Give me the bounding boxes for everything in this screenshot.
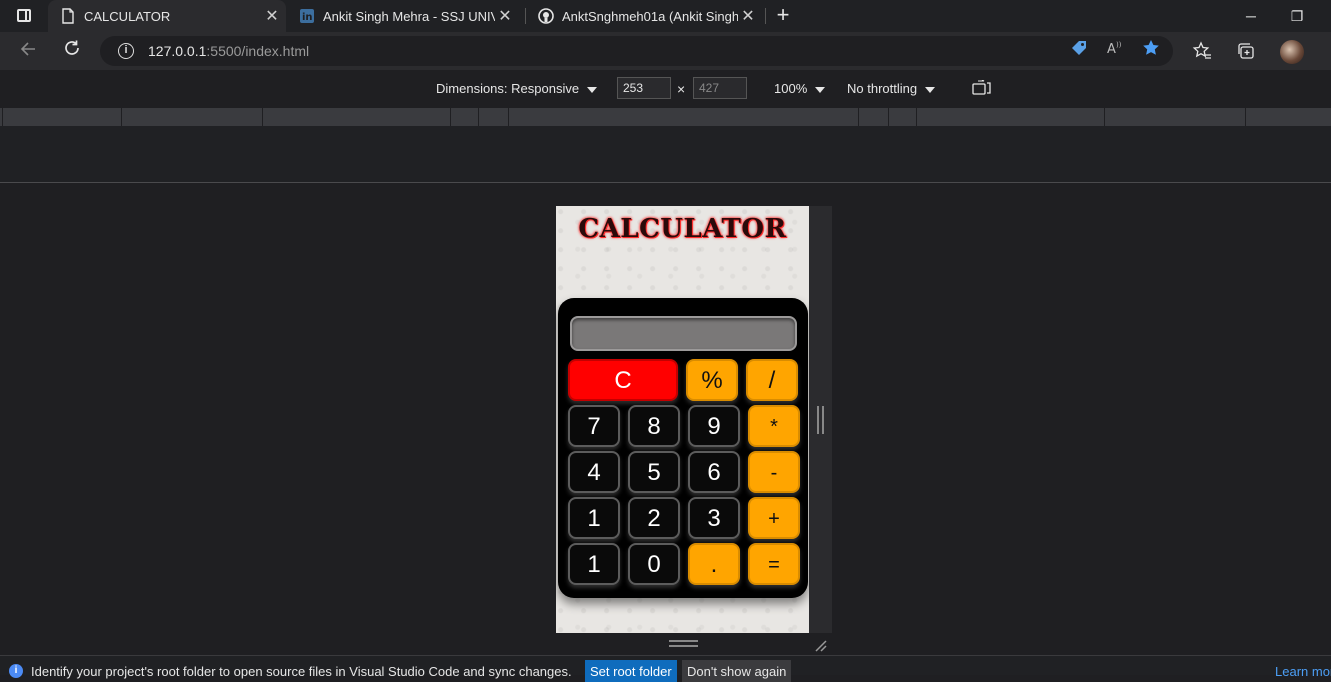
read-aloud-icon[interactable]: A)): [1106, 39, 1124, 57]
tab-linkedin[interactable]: in Ankit Singh Mehra - SSJ UNIVERSITY ✕: [287, 0, 524, 32]
device-toolbar: Dimensions: Responsive 253 × 427 100% No…: [0, 70, 1331, 106]
close-tab-icon[interactable]: ✕: [738, 6, 758, 26]
info-icon: i: [9, 664, 23, 678]
minus-button[interactable]: -: [748, 451, 800, 493]
favorites-icon[interactable]: [1192, 41, 1212, 61]
tab-actions-button[interactable]: [8, 6, 40, 28]
site-info-icon[interactable]: i: [118, 43, 134, 59]
digit-6-button[interactable]: 6: [688, 451, 740, 493]
svg-text:)): )): [1116, 41, 1122, 49]
github-icon: [538, 8, 554, 24]
vscode-infobar: i Identify your project's root folder to…: [0, 655, 1331, 682]
refresh-icon: [65, 40, 79, 55]
digit-4-button[interactable]: 4: [568, 451, 620, 493]
equals-button[interactable]: =: [748, 543, 800, 585]
navigation-bar: i 127.0.0.1:5500/index.html A)): [0, 32, 1331, 70]
address-bar[interactable]: i 127.0.0.1:5500/index.html: [100, 36, 1173, 66]
tab-title: AnktSnghmeh01a (Ankit Singh Mehra): [562, 8, 738, 24]
url-text: 127.0.0.1:5500/index.html: [148, 43, 310, 59]
digit-1-bottom-button[interactable]: 1: [568, 543, 620, 585]
dimensions-dropdown[interactable]: Dimensions: Responsive: [436, 81, 598, 96]
digit-2-button[interactable]: 2: [628, 497, 680, 539]
page-icon: [60, 8, 76, 24]
emulated-viewport: CALCULATOR C % / 7 8 9 * 4 5 6 - 1 2 3 +…: [556, 206, 809, 633]
refresh-button[interactable]: [58, 39, 86, 63]
digit-7-button[interactable]: 7: [568, 405, 620, 447]
tab-actions-icon: [17, 9, 31, 22]
percent-button[interactable]: %: [686, 359, 738, 401]
dropdown-arrow-icon: [587, 86, 598, 93]
divide-button[interactable]: /: [746, 359, 798, 401]
favorite-star-icon[interactable]: [1142, 39, 1160, 57]
linkedin-icon: in: [299, 8, 315, 24]
digit-8-button[interactable]: 8: [628, 405, 680, 447]
resize-corner-icon[interactable]: [813, 638, 827, 652]
height-input[interactable]: 427: [693, 77, 747, 99]
svg-text:in: in: [302, 12, 313, 23]
collections-icon[interactable]: [1236, 41, 1256, 61]
dropdown-arrow-icon: [925, 86, 936, 93]
shopping-tag-icon[interactable]: [1070, 39, 1088, 57]
plus-button[interactable]: +: [748, 497, 800, 539]
close-tab-icon[interactable]: ✕: [262, 6, 282, 26]
throttling-dropdown[interactable]: No throttling: [847, 81, 936, 96]
digit-9-button[interactable]: 9: [688, 405, 740, 447]
learn-more-link[interactable]: Learn more: [1275, 664, 1331, 679]
calculator-display[interactable]: [570, 316, 797, 351]
new-tab-button[interactable]: +: [772, 4, 794, 26]
close-tab-icon[interactable]: ✕: [495, 6, 515, 26]
width-input[interactable]: 253: [617, 77, 671, 99]
tab-title: CALCULATOR: [84, 8, 171, 24]
resize-height-handle[interactable]: [669, 640, 698, 647]
multiply-button[interactable]: *: [748, 405, 800, 447]
back-arrow-icon: [20, 42, 35, 56]
svg-text:A: A: [1107, 42, 1116, 57]
page-title: CALCULATOR: [578, 214, 787, 244]
digit-3-button[interactable]: 3: [688, 497, 740, 539]
ruler-area: [0, 126, 1331, 183]
dont-show-again-button[interactable]: Don't show again: [682, 660, 792, 682]
media-query-bar[interactable]: [0, 108, 1331, 126]
profile-avatar[interactable]: [1280, 40, 1304, 64]
digit-1-button[interactable]: 1: [568, 497, 620, 539]
dropdown-arrow-icon: [815, 86, 826, 93]
back-button[interactable]: [14, 39, 42, 63]
calculator-body: C % / 7 8 9 * 4 5 6 - 1 2 3 + 1 0 . =: [558, 298, 808, 598]
resize-width-handle[interactable]: [817, 406, 824, 434]
digit-0-button[interactable]: 0: [628, 543, 680, 585]
infobar-message: Identify your project's root folder to o…: [31, 664, 572, 679]
zoom-dropdown[interactable]: 100%: [774, 81, 826, 96]
rotate-icon[interactable]: [972, 80, 992, 96]
digit-5-button[interactable]: 5: [628, 451, 680, 493]
tab-title: Ankit Singh Mehra - SSJ UNIVERSITY: [323, 8, 495, 24]
decimal-button[interactable]: .: [688, 543, 740, 585]
set-root-folder-button[interactable]: Set root folder: [585, 660, 677, 682]
minimize-button[interactable]: ─: [1228, 0, 1274, 32]
tab-calculator[interactable]: CALCULATOR ✕: [48, 0, 286, 32]
clear-button[interactable]: C: [568, 359, 678, 401]
tab-github[interactable]: AnktSnghmeh01a (Ankit Singh Mehra) ✕: [526, 0, 764, 32]
restore-button[interactable]: ❐: [1274, 0, 1320, 32]
dimension-separator: ×: [677, 81, 686, 97]
tab-strip: CALCULATOR ✕ in Ankit Singh Mehra - SSJ …: [0, 0, 1331, 32]
